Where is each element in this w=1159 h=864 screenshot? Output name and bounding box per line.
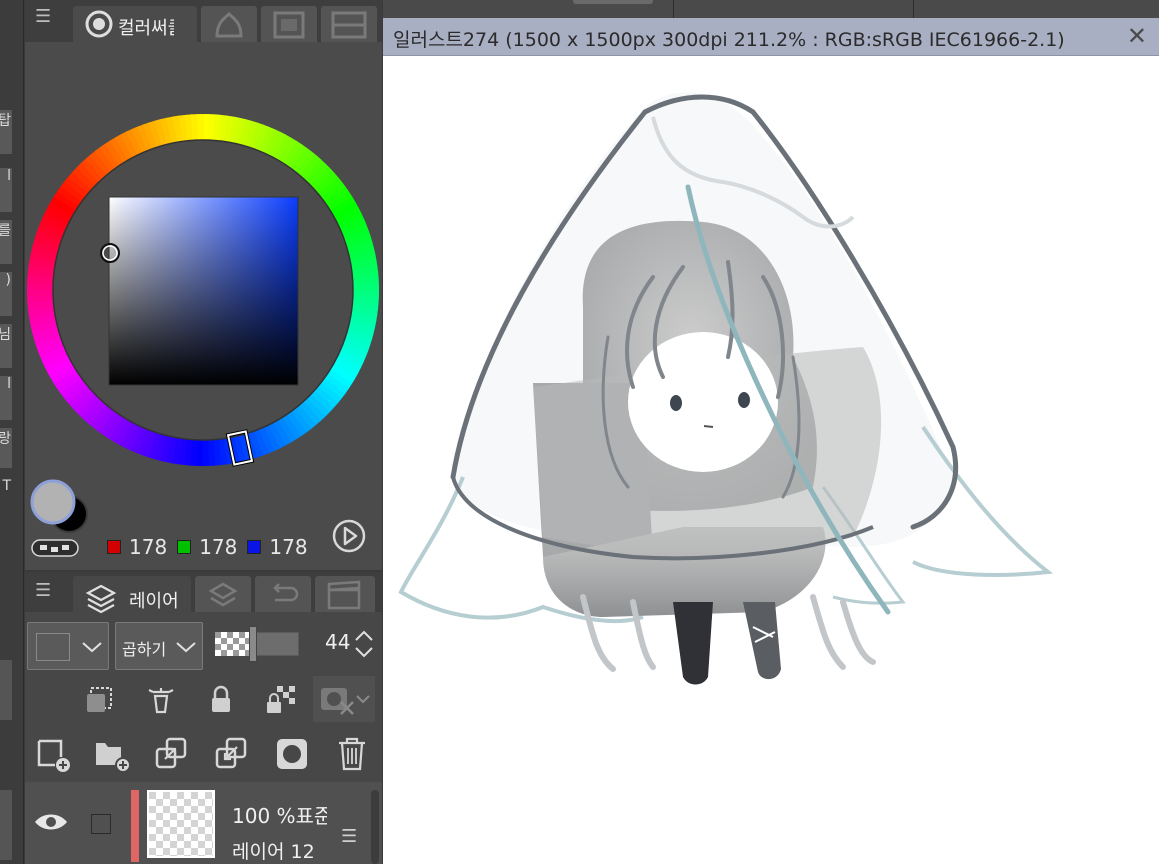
strip-tab-4[interactable]: 님 xyxy=(0,324,12,368)
main-color-swatch[interactable] xyxy=(30,479,76,525)
layers-icon xyxy=(85,584,117,614)
left-dock-strip: 탑 l 를 ) 님 l 랑 T xyxy=(0,0,24,864)
blue-value: 178 xyxy=(269,535,308,559)
eye-visibility-icon[interactable] xyxy=(33,810,69,834)
strip-tab-0[interactable]: 탑 xyxy=(0,110,12,154)
layer-thumbnail[interactable] xyxy=(147,790,215,858)
tab-history[interactable] xyxy=(255,576,311,612)
clip-to-lower-layer-icon[interactable] xyxy=(83,682,119,718)
strip-tab-label: T xyxy=(2,478,11,494)
strip-tab-label: ) xyxy=(5,272,11,288)
transfer-to-lower-layer-icon[interactable] xyxy=(153,735,193,775)
layer-scrollbar[interactable] xyxy=(371,790,379,864)
layer-panel-tabbar: ☰ 레이어 xyxy=(25,572,382,614)
tab-layer[interactable]: 레이어 xyxy=(73,576,191,614)
create-layer-mask-icon[interactable] xyxy=(273,735,313,775)
blend-mode-value: 곱하기 xyxy=(122,640,167,659)
tab-color-wheel-label: 컬러써클 xyxy=(118,18,174,39)
layer-color-tag xyxy=(131,790,139,862)
color-wheel[interactable] xyxy=(25,100,382,484)
layer-edit-checkbox[interactable] xyxy=(91,814,111,834)
lock-layer-icon[interactable] xyxy=(203,682,239,718)
strip-control[interactable] xyxy=(0,790,12,860)
strip-tab-3[interactable]: ) xyxy=(0,272,12,316)
tab-animation[interactable] xyxy=(315,576,375,612)
color-wheel-panel: ☰ 컬러써클 xyxy=(25,0,382,570)
layer-list-item[interactable]: 100 %표준 레이어 12 ☰ xyxy=(25,782,382,864)
color-set-icon xyxy=(215,11,243,38)
panel-menu-icon[interactable]: ☰ xyxy=(35,6,51,27)
strip-tab-6[interactable]: 랑 xyxy=(0,428,12,468)
main-sub-color-indicator[interactable] xyxy=(29,478,99,540)
rgb-readout: 178 178 178 xyxy=(107,535,318,559)
new-raster-layer-icon[interactable] xyxy=(35,735,75,775)
chevron-down-icon xyxy=(82,642,102,653)
chevron-down-icon xyxy=(176,642,196,653)
red-value: 178 xyxy=(129,535,168,559)
opacity-slider-handle[interactable] xyxy=(249,626,257,662)
color-panel-tabbar: ☰ 컬러써클 xyxy=(25,0,382,42)
canvas-window: 일러스트274 (1500 x 1500px 300dpi 211.2% : R… xyxy=(383,0,1159,864)
transparent-color-icon[interactable] xyxy=(31,538,79,558)
reference-layer-lighthouse-icon[interactable] xyxy=(143,682,179,718)
tab-layer-label: 레이어 xyxy=(129,591,179,612)
blue-chip xyxy=(247,540,262,554)
opacity-value[interactable]: 44 xyxy=(325,630,350,654)
combine-to-lower-layer-icon[interactable] xyxy=(213,735,253,775)
opacity-slider-fill xyxy=(215,632,251,656)
strip-tab-2[interactable]: 를 xyxy=(0,220,12,264)
layer-row-menu-icon[interactable]: ☰ xyxy=(341,826,357,847)
strip-control[interactable] xyxy=(0,660,12,720)
panel-menu-icon[interactable]: ☰ xyxy=(35,580,51,601)
red-chip xyxy=(107,540,121,554)
mask-enable-icon[interactable] xyxy=(313,676,375,722)
tab-approx-color[interactable] xyxy=(321,6,377,42)
layer-name[interactable]: 레이어 12 xyxy=(232,837,315,864)
strip-tab-5[interactable]: l xyxy=(0,376,12,420)
blend-mode-dropdown[interactable]: 곱하기 xyxy=(115,622,203,670)
strip-tab-label: 를 xyxy=(0,223,11,239)
approx-color-icon xyxy=(331,11,367,39)
strip-tab-label: l xyxy=(7,168,11,184)
layer-color-dropdown[interactable] xyxy=(27,622,109,670)
play-circle-icon[interactable] xyxy=(331,518,367,554)
saturation-value-shade xyxy=(109,197,298,385)
green-value: 178 xyxy=(199,535,238,559)
history-icon xyxy=(273,583,299,602)
tab-color-wheel[interactable]: 컬러써클 xyxy=(73,6,197,42)
lock-transparent-pixels-icon[interactable] xyxy=(263,682,299,718)
tab-intermediate-color[interactable] xyxy=(261,6,317,42)
opacity-stepper-icon[interactable] xyxy=(353,628,375,660)
strip-tab-label: l xyxy=(7,376,11,392)
layer-panel: ☰ 레이어 곱하기 44 100 %표준 레이어 12 ☰ xyxy=(25,572,382,864)
document-title: 일러스트274 (1500 x 1500px 300dpi 211.2% : R… xyxy=(393,29,1065,51)
delete-layer-trash-icon[interactable] xyxy=(333,735,373,775)
strip-tab-label: 님 xyxy=(0,327,11,343)
strip-tab-1[interactable]: l xyxy=(0,168,12,212)
layer-color-swatch xyxy=(36,633,70,661)
opacity-slider[interactable] xyxy=(215,626,299,662)
tab-color-set[interactable] xyxy=(201,6,257,42)
strip-tab-label: 랑 xyxy=(0,431,11,447)
green-chip xyxy=(177,540,192,554)
intermediate-color-icon xyxy=(273,11,305,39)
close-icon[interactable]: ✕ xyxy=(1127,22,1147,50)
layer-opacity-blend-text: 100 %표준 xyxy=(232,804,327,828)
color-wheel-tab-icon xyxy=(85,10,113,38)
new-folder-icon[interactable] xyxy=(93,735,133,775)
toolbar-strip xyxy=(383,0,1159,18)
document-tab[interactable]: 일러스트274 (1500 x 1500px 300dpi 211.2% : R… xyxy=(383,18,1159,56)
animation-clapper-icon xyxy=(327,580,361,610)
canvas-drawing[interactable] xyxy=(383,57,1159,864)
tab-layer-property[interactable] xyxy=(195,576,251,612)
layer-property-icon xyxy=(208,582,238,607)
strip-tab-label: 탑 xyxy=(0,113,11,129)
strip-tab-7[interactable]: T xyxy=(0,478,12,518)
hue-ring-segment[interactable] xyxy=(196,114,205,141)
